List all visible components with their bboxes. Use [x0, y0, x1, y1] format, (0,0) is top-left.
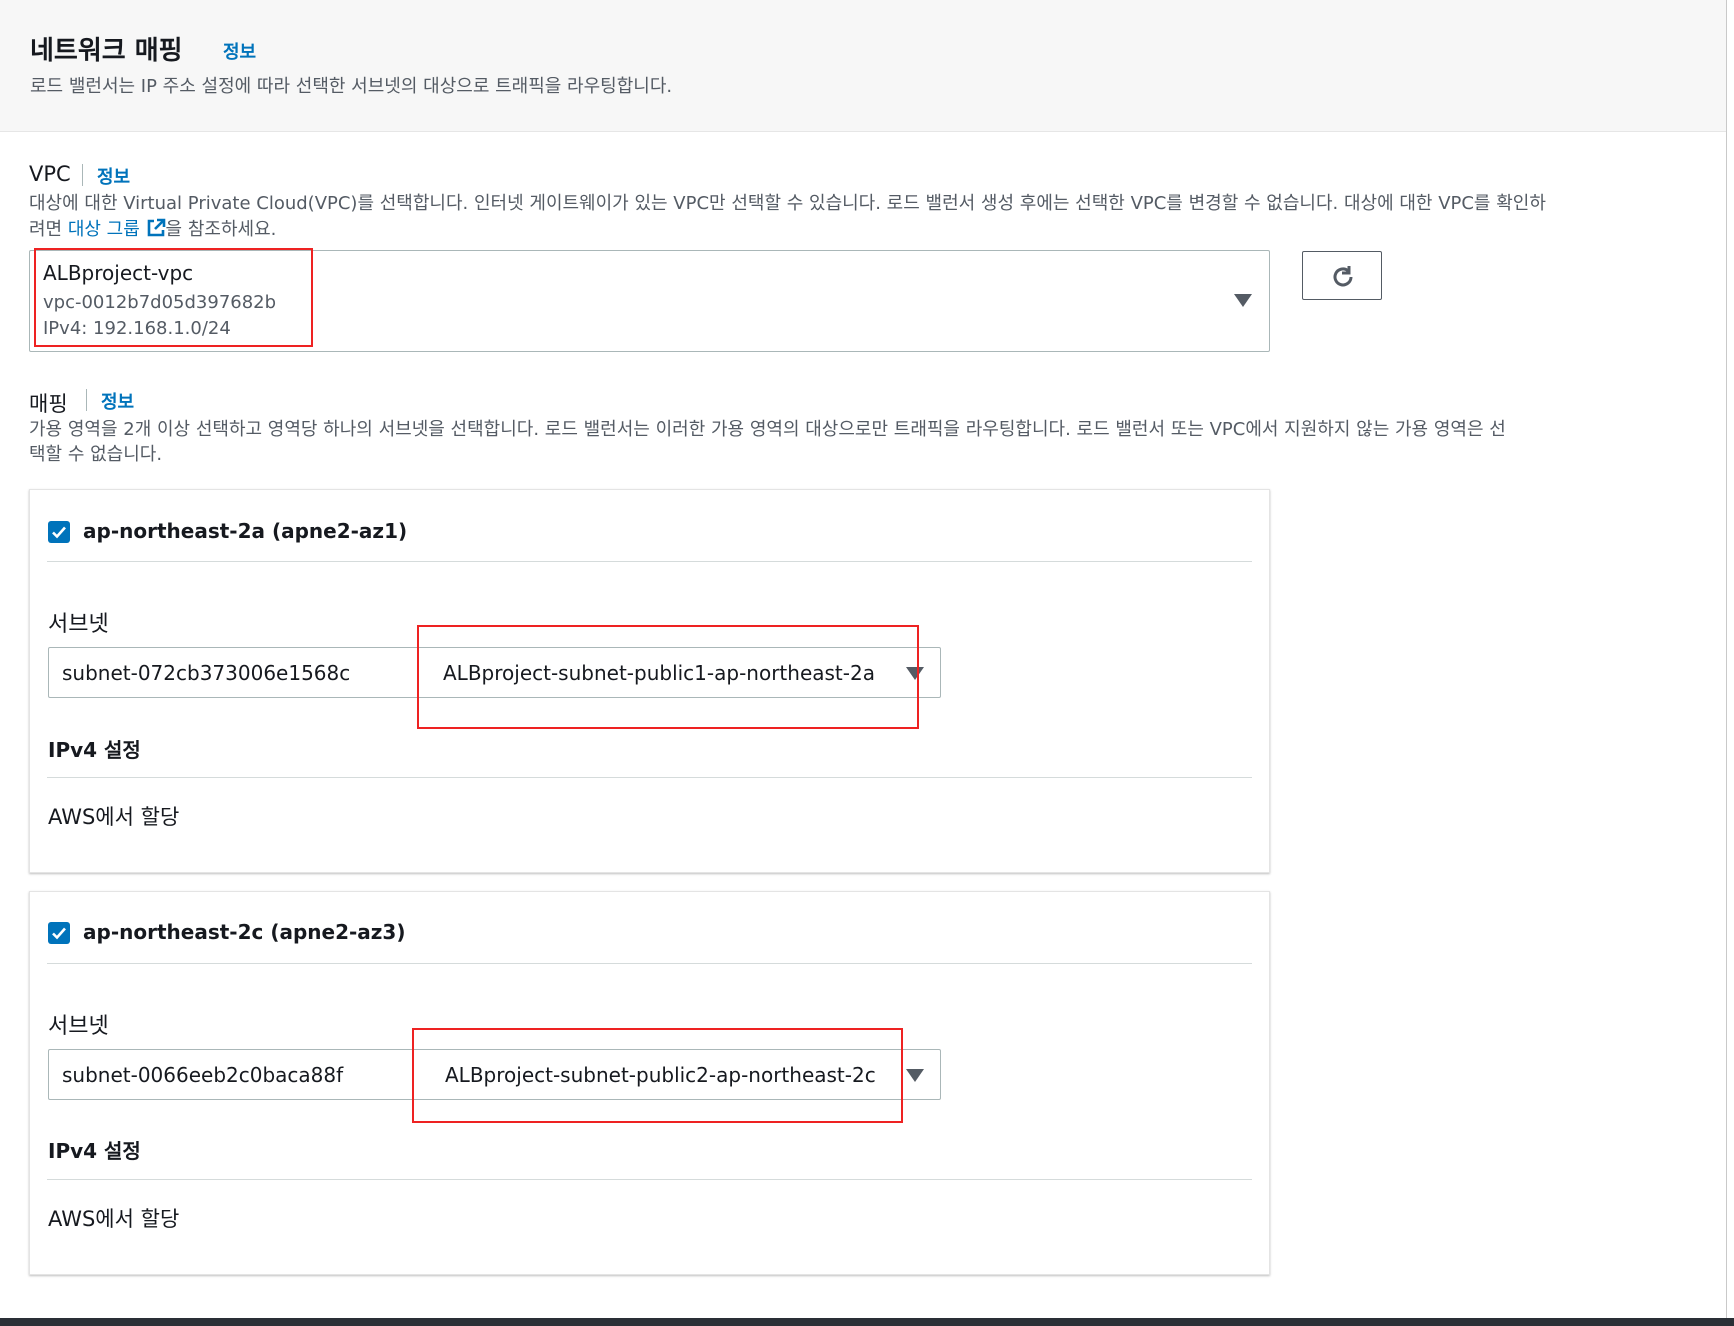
bottom-divider [0, 1318, 1734, 1326]
az-label-2[interactable]: ap-northeast-2c (apne2-az3) [83, 920, 405, 944]
vpc-label: VPC [29, 162, 71, 186]
mapping-description-line1: 가용 영역을 2개 이상 선택하고 영역당 하나의 서브넷을 선택합니다. 로드… [29, 419, 1506, 440]
vpc-chevron-down-icon[interactable] [1234, 294, 1252, 307]
subnet-chevron-down-icon-1[interactable] [906, 667, 924, 680]
az-divider-1 [47, 561, 1252, 562]
right-divider [1726, 0, 1727, 1320]
vpc-selected-cidr: IPv4: 192.168.1.0/24 [43, 318, 231, 339]
network-mapping-page: 네트워크 매핑 정보 로드 밸런서는 IP 주소 설정에 따라 선택한 서브넷의… [0, 0, 1734, 1326]
vpc-description-prefix: 려면 [29, 219, 68, 240]
ipv4-value-1: AWS에서 할당 [48, 805, 180, 829]
az-checkbox-2[interactable] [48, 922, 70, 944]
refresh-icon [1333, 266, 1353, 287]
section-title: 네트워크 매핑 [30, 36, 183, 66]
vpc-description-line1: 대상에 대한 Virtual Private Cloud(VPC)를 선택합니다… [29, 193, 1546, 214]
subnet-label-2: 서브넷 [48, 1014, 109, 1039]
section-description: 로드 밸런서는 IP 주소 설정에 따라 선택한 서브넷의 대상으로 트래픽을 … [30, 76, 673, 97]
ipv4-divider-1 [47, 777, 1252, 778]
vpc-selected-id: vpc-0012b7d05d397682b [43, 292, 277, 313]
external-link-icon[interactable] [146, 218, 166, 246]
subnet-id-2: subnet-0066eeb2c0baca88f [62, 1063, 344, 1087]
section-header [0, 0, 1727, 132]
checkmark-icon [52, 927, 66, 940]
az-checkbox-1[interactable] [48, 521, 70, 543]
az-divider-2 [47, 963, 1252, 964]
ipv4-settings-label-1: IPv4 설정 [48, 738, 141, 762]
vpc-label-separator [82, 164, 83, 186]
az-label-1[interactable]: ap-northeast-2a (apne2-az1) [83, 519, 407, 543]
mapping-description-line2: 택할 수 없습니다. [29, 444, 163, 465]
subnet-chevron-down-icon-2[interactable] [906, 1069, 924, 1082]
ipv4-settings-label-2: IPv4 설정 [48, 1139, 141, 1163]
vpc-description-line2: 려면 대상 그룹 을 참조하세요. [29, 217, 276, 246]
subnet-id-1: subnet-072cb373006e1568c [62, 661, 351, 685]
subnet-name-1: ALBproject-subnet-public1-ap-northeast-2… [443, 661, 875, 685]
ipv4-divider-2 [47, 1179, 1252, 1180]
vpc-selected-name: ALBproject-vpc [43, 261, 194, 285]
section-info-link[interactable]: 정보 [223, 38, 256, 64]
mapping-info-link[interactable]: 정보 [101, 388, 134, 414]
target-group-link[interactable]: 대상 그룹 [68, 219, 140, 240]
checkmark-icon [52, 526, 66, 539]
vpc-description-suffix: 을 참조하세요. [165, 219, 277, 240]
mapping-label-separator [86, 389, 87, 411]
mapping-label: 매핑 [29, 392, 68, 416]
subnet-name-2: ALBproject-subnet-public2-ap-northeast-2… [445, 1063, 876, 1087]
ipv4-value-2: AWS에서 할당 [48, 1207, 180, 1231]
refresh-button[interactable] [1302, 251, 1382, 300]
subnet-label-1: 서브넷 [48, 612, 109, 637]
vpc-info-link[interactable]: 정보 [97, 163, 130, 189]
